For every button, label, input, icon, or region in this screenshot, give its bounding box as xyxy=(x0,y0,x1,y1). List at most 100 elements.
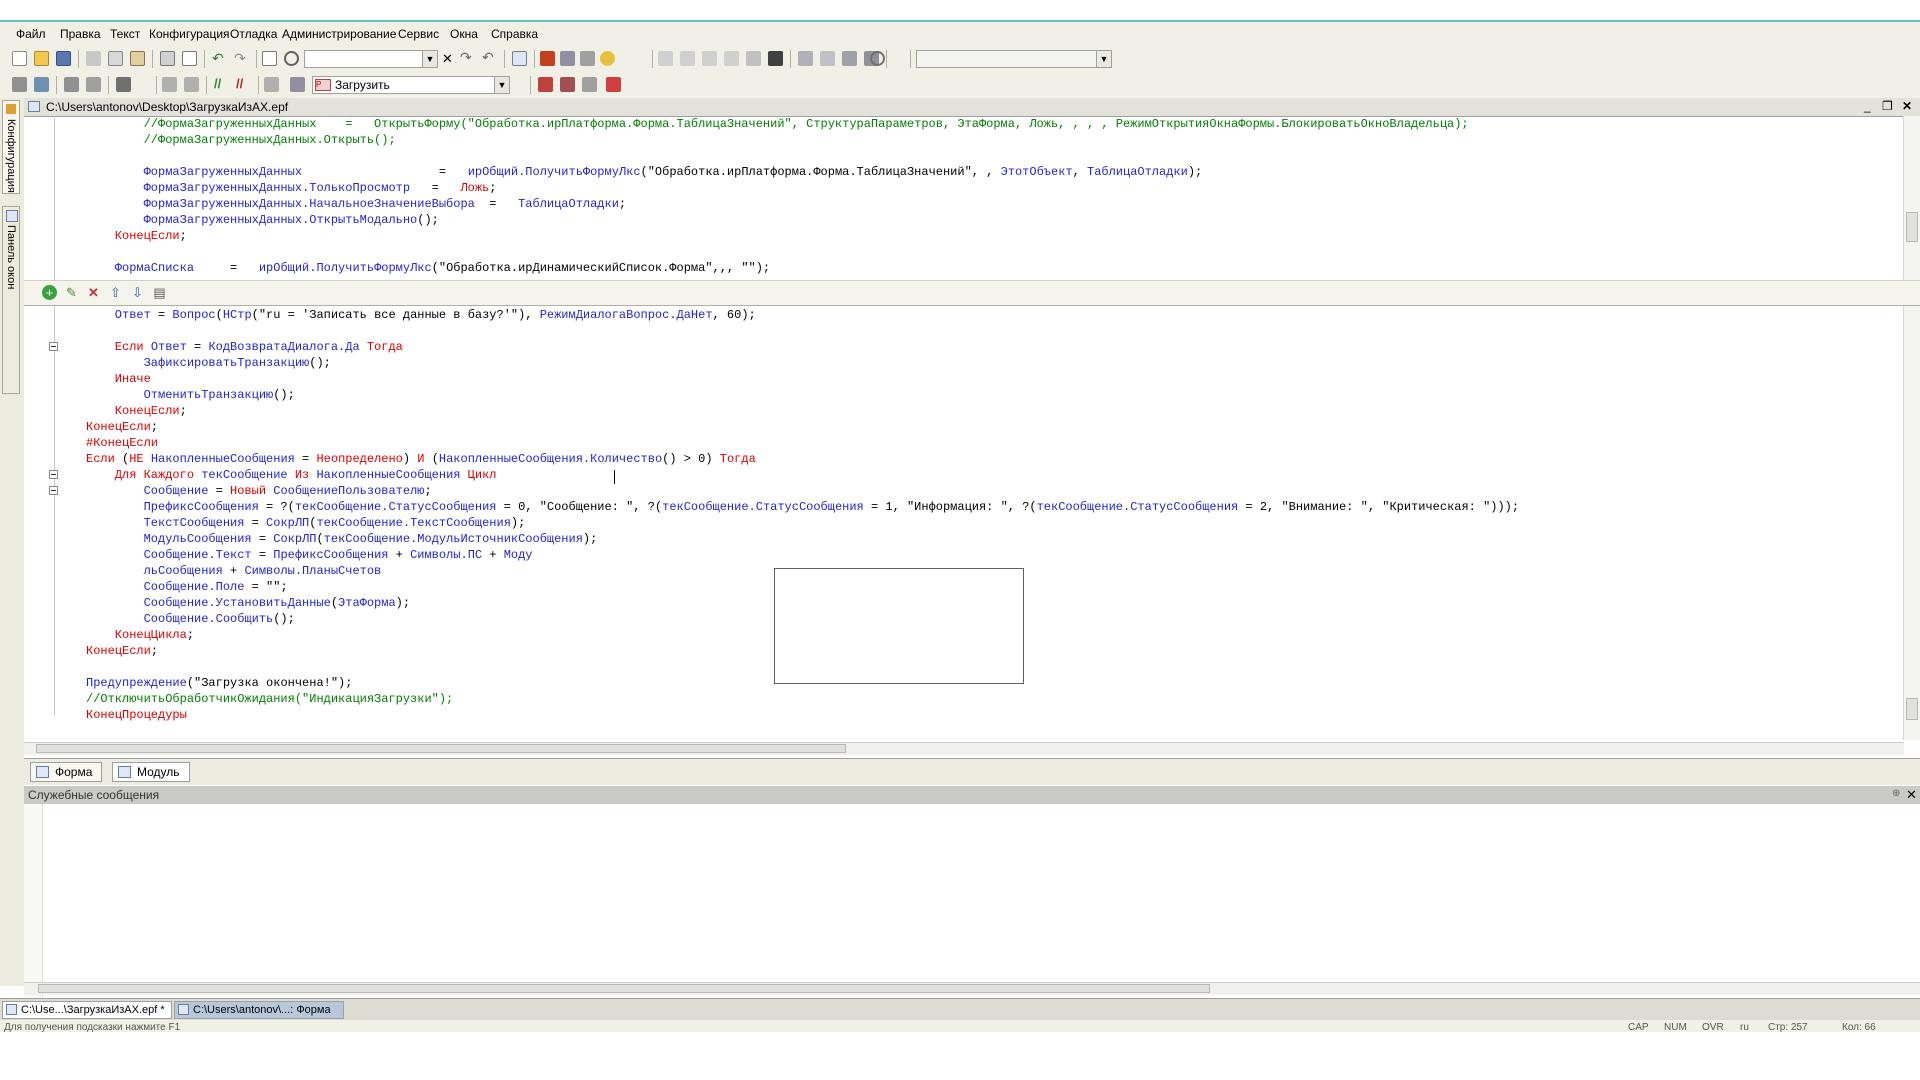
editor-horizontal-scrollbar[interactable] xyxy=(24,742,1904,755)
update-config-icon[interactable] xyxy=(64,77,79,92)
bottom-vertical-scrollbar[interactable] xyxy=(1903,306,1920,740)
copy-module-icon[interactable] xyxy=(162,77,177,92)
menu-administration[interactable]: Администрирование xyxy=(282,27,396,41)
close-icon[interactable]: ✕ xyxy=(1902,99,1912,113)
remove-breakpoints-icon[interactable] xyxy=(606,77,621,92)
scroll-thumb[interactable] xyxy=(36,744,846,753)
add-icon[interactable]: + xyxy=(42,285,57,300)
delete-icon[interactable]: ✕ xyxy=(86,285,101,300)
top-vertical-scrollbar[interactable] xyxy=(1903,116,1920,280)
action-combo[interactable]: P Загрузить ▼ xyxy=(312,76,510,94)
breakpoint-icon[interactable] xyxy=(538,77,553,92)
close-icon[interactable]: ✕ xyxy=(1906,787,1917,803)
run-icon[interactable] xyxy=(768,51,783,66)
open-folder-icon[interactable] xyxy=(34,51,49,66)
code-token: + xyxy=(222,564,245,578)
undo-icon[interactable]: ↶ xyxy=(212,51,227,67)
search-icon[interactable] xyxy=(284,51,299,66)
window-list-icon[interactable] xyxy=(512,51,527,66)
start-debug-icon[interactable] xyxy=(116,77,131,92)
code-token: = xyxy=(251,548,274,562)
toggle-icon[interactable] xyxy=(560,51,575,66)
bookmark-icon[interactable] xyxy=(724,51,739,66)
menu-configuration[interactable]: Конфигурация xyxy=(149,27,230,41)
menu-help[interactable]: Справка xyxy=(491,27,538,41)
move-down-icon[interactable]: ⇩ xyxy=(130,285,145,300)
tab-module[interactable]: Модуль xyxy=(112,762,190,782)
messages-horizontal-scrollbar[interactable] xyxy=(24,982,1920,995)
clock-icon[interactable] xyxy=(870,51,885,66)
conditional-breakpoint-icon[interactable] xyxy=(560,77,575,92)
next-bookmark-icon[interactable] xyxy=(746,51,761,66)
menu-text[interactable]: Текст xyxy=(110,27,140,41)
debug-tool-icon[interactable] xyxy=(540,51,555,66)
restore-icon[interactable]: ❐ xyxy=(1882,99,1893,113)
merge-icon[interactable] xyxy=(86,77,101,92)
config-icon[interactable] xyxy=(12,77,27,92)
right-combo[interactable]: ▼ xyxy=(916,50,1112,68)
code-token: КонецЦикла xyxy=(86,628,187,642)
syntax-check-icon[interactable] xyxy=(580,51,595,66)
module-icon[interactable] xyxy=(798,51,813,66)
print-icon[interactable] xyxy=(160,51,175,66)
find-previous-icon[interactable]: ↶ xyxy=(482,50,497,66)
paste-module-icon[interactable] xyxy=(184,77,199,92)
procedure-list-icon[interactable] xyxy=(290,77,305,92)
tab-form[interactable]: Форма xyxy=(30,762,102,782)
scroll-thumb[interactable] xyxy=(1906,212,1918,242)
minimize-icon[interactable]: _ xyxy=(1864,99,1871,113)
find-next-icon[interactable]: ↷ xyxy=(460,50,475,66)
outdent-icon[interactable] xyxy=(680,51,695,66)
code-line: КонецЕсли; xyxy=(86,403,187,419)
move-up-icon[interactable]: ⇧ xyxy=(108,285,123,300)
chevron-down-icon[interactable]: ▼ xyxy=(1096,51,1111,67)
block-icon[interactable] xyxy=(702,51,717,66)
collapse-icon[interactable] xyxy=(49,486,58,495)
code-pane-top[interactable]: //ФормаЗагруженныхДанных = ОткрытьФорму(… xyxy=(24,116,1904,280)
code-token: ("Обработка.ирДинамическийСписок.Форма",… xyxy=(431,261,771,275)
menu-file[interactable]: Файл xyxy=(16,27,46,41)
tab-window-panel[interactable]: Панель окон xyxy=(2,206,20,394)
comment-icon[interactable]: // xyxy=(214,77,229,92)
chevron-down-icon[interactable]: ▼ xyxy=(494,77,509,93)
collapse-icon[interactable] xyxy=(49,342,58,351)
info-icon[interactable] xyxy=(600,51,615,66)
cut-icon[interactable] xyxy=(86,51,101,66)
form-icon[interactable] xyxy=(820,51,835,66)
code-token: = ""; xyxy=(244,580,288,594)
chevron-down-icon[interactable]: ▼ xyxy=(422,51,437,67)
code-token: СокрЛП xyxy=(266,516,310,530)
menu-windows[interactable]: Окна xyxy=(450,27,478,41)
copy-icon[interactable] xyxy=(108,51,123,66)
search-combo[interactable]: ▼ xyxy=(304,50,438,68)
template-icon[interactable] xyxy=(842,51,857,66)
toolbar-separator xyxy=(152,50,153,68)
print-preview-icon[interactable] xyxy=(182,51,197,66)
edit-icon[interactable]: ✎ xyxy=(64,285,79,300)
clear-search-icon[interactable]: ✕ xyxy=(440,52,455,67)
properties-icon[interactable]: ▤ xyxy=(152,285,167,300)
code-token: ФормаЗагруженныхДанных.ОткрытьМодально xyxy=(86,213,418,227)
database-icon[interactable] xyxy=(34,77,49,92)
taskbar-item-form[interactable]: C:\Users\antonov\...: Форма xyxy=(174,1001,344,1019)
uncomment-icon[interactable]: // xyxy=(236,77,251,92)
new-document-icon[interactable] xyxy=(12,51,27,66)
disable-breakpoint-icon[interactable] xyxy=(582,77,597,92)
collapse-icon[interactable] xyxy=(49,470,58,479)
tab-configuration[interactable]: Конфигурация xyxy=(2,100,20,194)
find-in-document-icon[interactable] xyxy=(262,51,277,66)
scroll-thumb[interactable] xyxy=(38,984,1210,993)
pin-icon[interactable]: ⊕ xyxy=(1892,788,1900,799)
redo-icon[interactable]: ↷ xyxy=(234,51,249,67)
save-icon[interactable] xyxy=(56,51,71,66)
taskbar-item-module[interactable]: C:\Use...\ЗагрузкаИзАХ.epf * xyxy=(2,1001,172,1019)
scroll-thumb[interactable] xyxy=(1906,698,1918,720)
menu-debug[interactable]: Отладка xyxy=(230,27,277,41)
menu-edit[interactable]: Правка xyxy=(60,27,101,41)
format-icon[interactable] xyxy=(264,77,279,92)
code-token: Предупреждение xyxy=(86,676,187,690)
code-line: КонецЕсли; xyxy=(86,643,158,659)
paste-icon[interactable] xyxy=(130,51,145,66)
menu-service[interactable]: Сервис xyxy=(398,27,439,41)
indent-icon[interactable] xyxy=(658,51,673,66)
